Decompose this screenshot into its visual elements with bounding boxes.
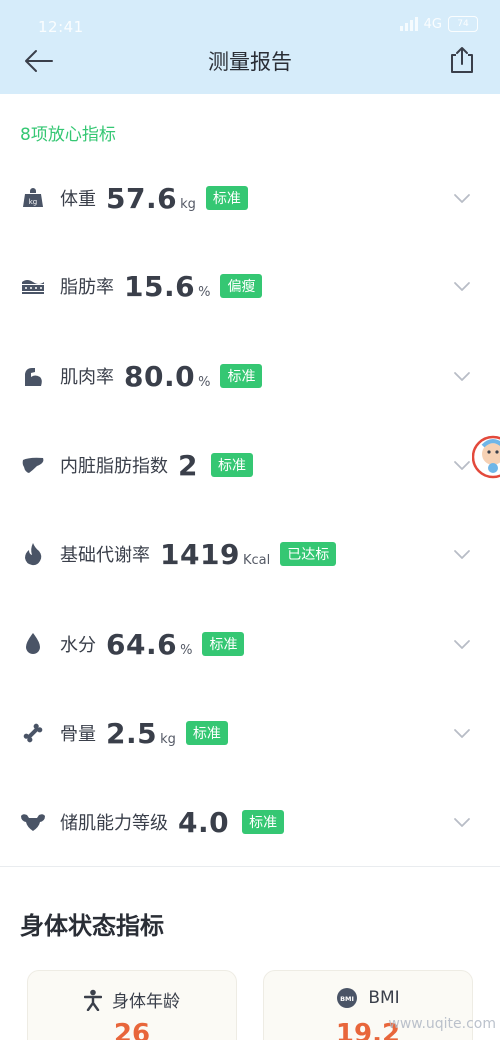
mascot-icon [471,435,500,479]
network-label: 4G [423,16,442,32]
metric-value: 80.0 [124,359,196,393]
metric-unit: % [198,284,211,300]
battery-icon: 74 [448,16,478,32]
metric-value: 4.0 [178,805,230,839]
metric-value: 57.6 [106,181,178,215]
metric-label: 骨量 [60,724,96,745]
status-time: 12:41 [38,18,84,36]
chevron-down-icon [454,282,470,291]
chevron-down-icon [454,194,470,203]
bone-icon [20,720,46,746]
card-header: 身体年龄 [28,987,236,1012]
metric-value: 15.6 [124,269,196,303]
body-age-card[interactable]: 身体年龄 26 [27,970,237,1040]
muscle-arm-icon [20,363,46,389]
body-status-title: 身体状态指标 [20,912,164,940]
metric-label: 基础代谢率 [60,545,150,566]
metric-value: 1419 [160,537,240,571]
floating-mascot-button[interactable] [471,424,500,490]
chevron-down-icon [454,729,470,738]
chevron-down-icon [454,461,470,470]
card-value: 26 [113,1019,151,1040]
status-bar: 12:41 4G 74 [0,0,500,40]
metric-row-muscle-rate[interactable]: 肌肉率 80.0 % 标准 [0,346,500,406]
share-button[interactable] [448,45,476,75]
muscle-strength-icon [20,809,46,835]
status-badge: 标准 [185,721,228,745]
bmi-icon: BMI [337,988,358,1008]
status-badge: 标准 [220,364,263,388]
chevron-down-icon [454,550,470,559]
chevron-down-icon [454,372,470,381]
metric-value: 64.6 [106,627,178,661]
metric-row-body-fat[interactable]: 脂肪率 15.6 % 偏瘦 [0,256,500,316]
chevron-down-icon [454,640,470,649]
metric-row-muscle-storage[interactable]: 储肌能力等级 4.0 标准 [0,792,500,852]
navigation-bar: 测量报告 [0,40,500,94]
status-indicators: 4G 74 [399,16,478,32]
fat-layer-icon [20,273,46,299]
share-icon [451,47,473,73]
metric-label: 水分 [60,635,96,656]
battery-level: 74 [457,19,469,29]
section-tag: 8项放心指标 [20,125,116,145]
section-divider [0,866,500,867]
metric-value: 2.5 [106,716,158,750]
metric-label: 储肌能力等级 [60,813,168,834]
metric-row-visceral-fat[interactable]: 内脏脂肪指数 2 标准 [0,435,500,495]
person-icon [84,989,102,1011]
metric-row-bmr[interactable]: 基础代谢率 1419 Kcal 已达标 [0,524,500,584]
top-bar: 12:41 4G 74 测量报告 [0,0,500,94]
status-badge: 标准 [205,186,248,210]
svg-text:BMI: BMI [340,995,354,1003]
card-label: BMI [368,988,400,1008]
status-badge: 已达标 [280,542,337,566]
status-badge: 标准 [242,810,285,834]
water-drop-icon [20,631,46,657]
card-label: 身体年龄 [112,992,180,1012]
page-title: 测量报告 [208,50,292,74]
metric-value: 2 [178,448,198,482]
scale-icon: kg [20,185,46,211]
metric-unit: Kcal [242,552,271,568]
status-badge: 偏瘦 [220,274,263,298]
metric-row-bone-mass[interactable]: 骨量 2.5 kg 标准 [0,703,500,763]
svg-text:kg: kg [29,198,38,206]
status-badge: 标准 [210,453,253,477]
flame-icon [20,541,46,567]
card-header: BMI BMI [264,987,472,1009]
metric-label: 脂肪率 [60,277,114,298]
metric-unit: kg [180,196,196,212]
liver-icon [20,452,46,478]
metric-row-water[interactable]: 水分 64.6 % 标准 [0,614,500,674]
watermark: www.uqite.com [388,1016,496,1032]
metric-label: 内脏脂肪指数 [60,456,168,477]
metric-unit: % [180,642,193,658]
chevron-down-icon [454,818,470,827]
signal-icon [399,17,418,31]
metric-label: 肌肉率 [60,367,114,388]
metric-unit: % [198,374,211,390]
metric-unit: kg [160,731,176,747]
metric-row-weight[interactable]: kg 体重 57.6 kg 标准 [0,168,500,228]
status-badge: 标准 [202,632,245,656]
metric-label: 体重 [60,189,96,210]
